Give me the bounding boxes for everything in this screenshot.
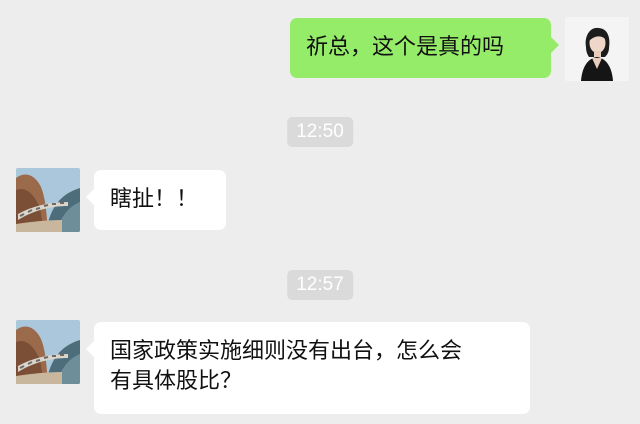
chat-bubble-contact[interactable]: 国家政策实施细则没有出台，怎么会 有具体股比？ [86,322,530,414]
contact-avatar[interactable] [16,320,80,384]
message-text: 国家政策实施细则没有出台，怎么会 有具体股比？ [110,339,463,394]
chat-bubble-self[interactable]: 祈总，这个是真的吗 [290,18,559,78]
contact-avatar[interactable] [16,168,80,232]
timestamp: 12:57 [287,270,353,300]
message-text: 瞎扯！！ [110,187,199,212]
self-avatar[interactable] [565,17,629,81]
mountain-railway-icon [16,320,80,384]
mountain-railway-icon [16,168,80,232]
woman-portrait-icon [565,17,629,81]
message-text: 祈总，这个是真的吗 [306,35,505,60]
timestamp: 12:50 [287,117,353,147]
chat-bubble-contact[interactable]: 瞎扯！！ [86,170,226,230]
